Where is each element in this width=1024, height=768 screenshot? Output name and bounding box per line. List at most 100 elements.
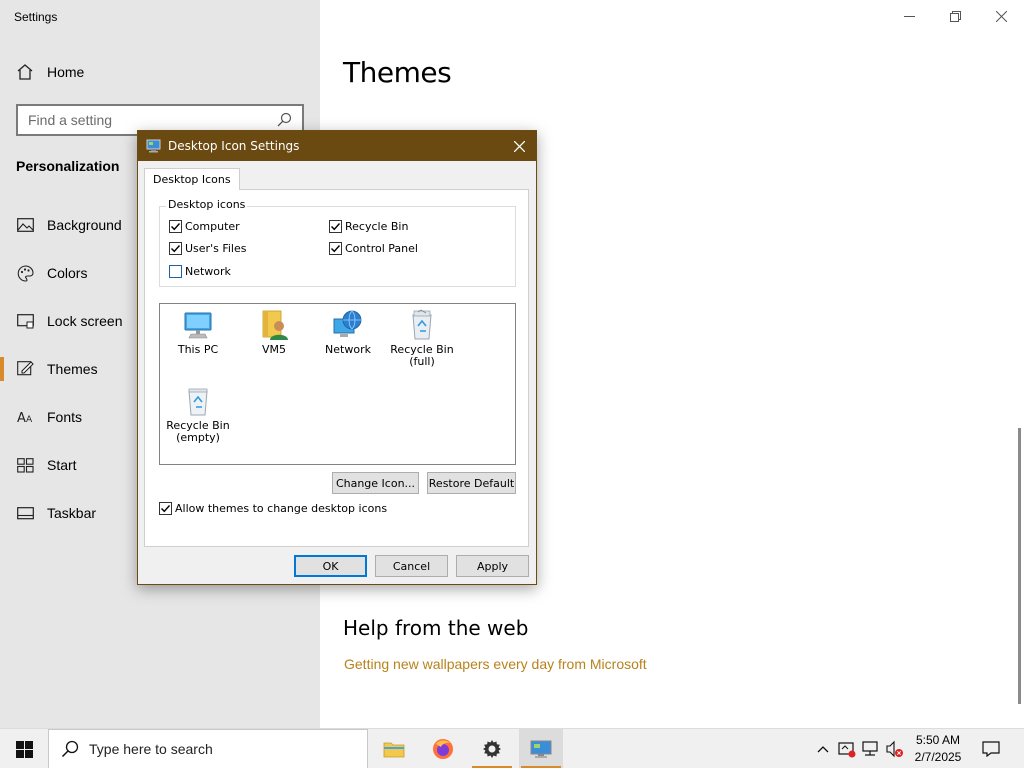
action-center-button[interactable] [980, 739, 1002, 759]
clock-time: 5:50 AM [915, 733, 961, 747]
taskbar-firefox[interactable] [421, 729, 465, 768]
icon-item-vm5[interactable]: VM5 [236, 308, 312, 356]
wallpapers-help-link[interactable]: Getting new wallpapers every day from Mi… [344, 656, 647, 672]
tray-network[interactable] [862, 739, 880, 759]
nav-item-label: Themes [47, 361, 98, 377]
app-title: Settings [14, 10, 58, 24]
checkbox-label: User's Files [185, 242, 247, 255]
ok-button[interactable]: OK [294, 555, 367, 577]
settings-gear-icon [483, 740, 501, 758]
firefox-icon [433, 739, 453, 759]
page-title: Themes [343, 56, 452, 89]
restore-default-button[interactable]: Restore Default [427, 472, 516, 494]
fonts-icon: AA [16, 408, 34, 426]
lock-screen-icon [16, 312, 34, 330]
tab-desktop-icons[interactable]: Desktop Icons [144, 168, 240, 190]
icon-label: Network [325, 343, 371, 356]
group-label: Desktop icons [166, 198, 248, 211]
checkbox-checked-icon [329, 220, 342, 233]
clock-date: 2/7/2025 [914, 750, 962, 764]
apply-button[interactable]: Apply [456, 555, 529, 577]
cancel-button[interactable]: Cancel [375, 555, 448, 577]
palette-icon [16, 264, 34, 282]
checkbox-label: Network [185, 265, 231, 278]
checkbox-unchecked-icon [169, 265, 182, 278]
recycle-bin-empty-icon [181, 384, 215, 418]
icon-label: This PC [177, 343, 219, 356]
close-icon [995, 10, 1007, 22]
checkbox-label: Computer [185, 220, 240, 233]
show-hidden-icons-chevron[interactable] [814, 739, 832, 759]
nav-item-label: Taskbar [47, 505, 97, 521]
start-tiles-icon [16, 456, 34, 474]
network-checkbox[interactable]: Network [169, 265, 231, 278]
taskbar-search-placeholder: Type here to search [89, 741, 213, 757]
chevron-up-icon [817, 746, 829, 753]
nav-item-label: Lock screen [47, 313, 123, 329]
close-button[interactable] [979, 4, 1023, 28]
checkbox-checked-icon [169, 242, 182, 255]
recycle-bin-checkbox[interactable]: Recycle Bin [329, 220, 408, 233]
icon-item-this-pc[interactable]: This PC [160, 308, 236, 356]
desktop-icons-group: Desktop icons Computer Recycle Bin User'… [159, 198, 516, 287]
checkbox-label: Control Panel [345, 242, 418, 255]
user-folder-icon [257, 308, 291, 342]
taskbar-icon [16, 504, 34, 522]
windows-logo-icon [15, 740, 33, 758]
icon-label-line2: (full) [409, 355, 435, 368]
icon-label: VM5 [261, 343, 286, 356]
scrollbar[interactable] [1018, 428, 1021, 704]
restore-icon [949, 10, 961, 22]
icon-item-recycle-bin-empty[interactable]: Recycle Bin (empty) [160, 384, 236, 444]
computer-icon [181, 308, 215, 342]
tab-panel: Desktop icons Computer Recycle Bin User'… [144, 189, 529, 547]
network-globe-icon [331, 308, 365, 342]
start-button[interactable] [0, 729, 48, 768]
network-wired-icon [862, 741, 878, 756]
find-setting-input[interactable] [28, 112, 276, 128]
users-files-checkbox[interactable]: User's Files [169, 242, 246, 255]
help-title: Help from the web [343, 616, 529, 640]
icon-item-recycle-bin-full[interactable]: Recycle Bin (full) [384, 308, 460, 368]
dialog-titlebar[interactable]: Desktop Icon Settings [138, 131, 536, 161]
brush-icon [16, 360, 34, 378]
tray-security-status[interactable] [838, 739, 856, 759]
taskbar-settings[interactable] [470, 729, 514, 768]
control-panel-checkbox[interactable]: Control Panel [329, 242, 418, 255]
taskbar: Type here to search 5:50 AM 2/7/2025 [0, 728, 1024, 768]
checkbox-label: Recycle Bin [345, 220, 409, 233]
checkbox-label: Allow themes to change desktop icons [175, 502, 388, 515]
checkbox-checked-icon [159, 502, 172, 515]
home-nav-item[interactable]: Home [16, 63, 84, 81]
allow-themes-checkbox[interactable]: Allow themes to change desktop icons [159, 502, 387, 515]
picture-icon [16, 216, 34, 234]
checkbox-checked-icon [329, 242, 342, 255]
change-icon-button[interactable]: Change Icon... [332, 472, 419, 494]
dialog-title: Desktop Icon Settings [168, 139, 300, 153]
home-icon [16, 63, 34, 81]
icon-item-network[interactable]: Network [310, 308, 386, 356]
restore-button[interactable] [933, 4, 977, 28]
desktop-icon-settings-icon [146, 138, 162, 154]
volume-muted-icon [886, 740, 903, 758]
notification-icon [982, 741, 1000, 757]
taskbar-desktop-icon-settings[interactable] [519, 729, 563, 768]
taskbar-search-box[interactable]: Type here to search [48, 729, 368, 768]
tray-volume[interactable] [886, 739, 904, 759]
computer-checkbox[interactable]: Computer [169, 220, 240, 233]
recycle-bin-full-icon [405, 308, 439, 342]
section-title: Personalization [16, 158, 120, 174]
svg-text:A: A [17, 411, 26, 424]
svg-text:A: A [26, 415, 33, 424]
search-icon [61, 740, 79, 758]
minimize-button[interactable] [887, 4, 931, 28]
desktop-icon-list[interactable]: This PC VM5 Network Recycle Bin (full) R… [159, 303, 516, 465]
taskbar-file-explorer[interactable] [372, 729, 416, 768]
nav-item-label: Colors [47, 265, 88, 281]
nav-item-label: Background [47, 217, 122, 233]
taskbar-clock[interactable]: 5:50 AM 2/7/2025 [908, 732, 968, 766]
dialog-close-button[interactable] [502, 131, 536, 161]
search-icon[interactable] [276, 112, 292, 128]
close-icon [513, 140, 525, 152]
nav-item-label: Start [47, 457, 77, 473]
